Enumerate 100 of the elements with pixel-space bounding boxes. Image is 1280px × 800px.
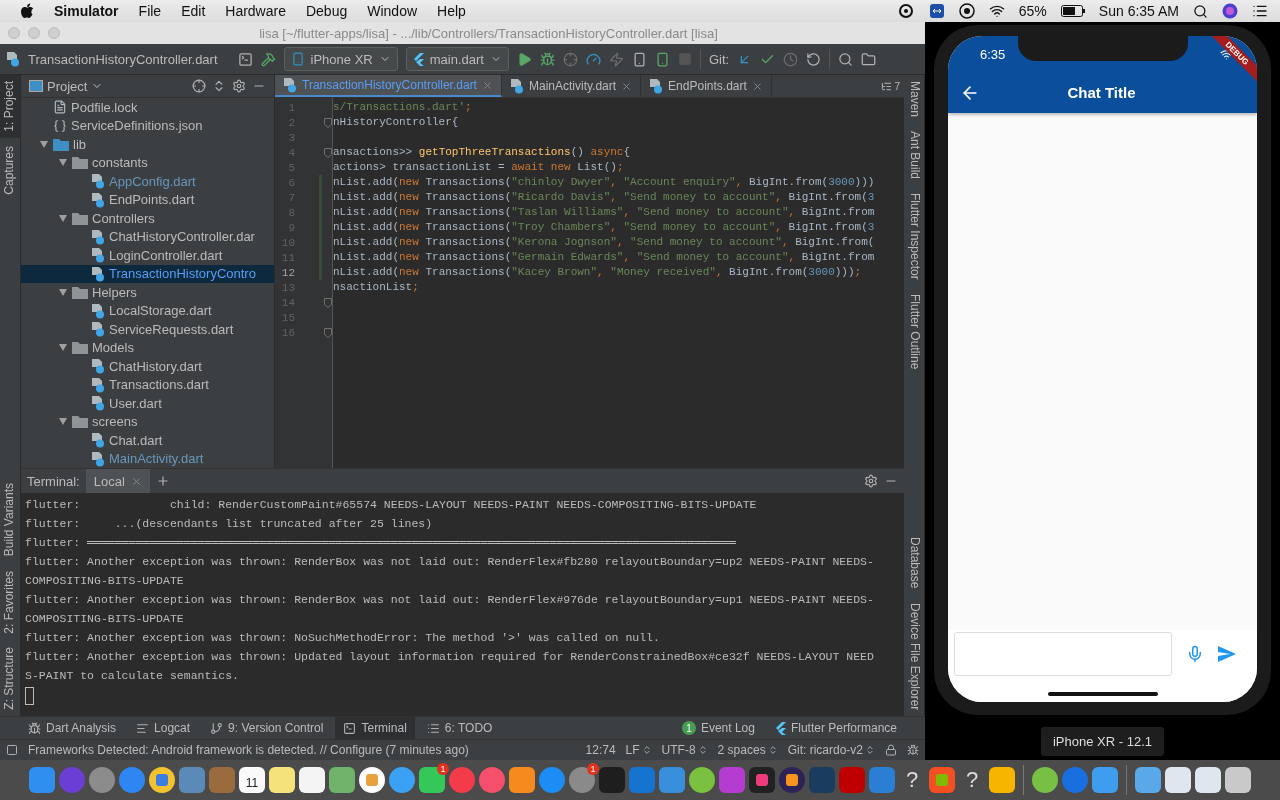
expand-arrow-icon[interactable] xyxy=(39,138,49,149)
fold-icon[interactable] xyxy=(324,327,332,338)
tree-item[interactable]: AppConfig.dart xyxy=(109,173,196,189)
apple-logo-icon[interactable] xyxy=(20,3,34,19)
app-icon[interactable] xyxy=(1135,767,1161,793)
fold-icon[interactable] xyxy=(324,297,332,308)
editor-tab[interactable]: EndPoints.dart xyxy=(641,75,772,97)
tool-window-button[interactable]: Logcat xyxy=(128,717,199,739)
editor-tab[interactable]: TransactionHistoryController.dart xyxy=(275,75,502,97)
expand-arrow-icon[interactable] xyxy=(58,212,68,223)
lightning-icon[interactable] xyxy=(608,51,624,67)
panel-toggle-icon[interactable] xyxy=(6,744,18,756)
close-icon[interactable] xyxy=(621,80,633,92)
tool-window-tab[interactable]: Ant Build xyxy=(904,125,924,186)
tool-window-button[interactable]: Dart Analysis xyxy=(20,717,125,739)
close-icon[interactable] xyxy=(751,80,763,92)
tree-item[interactable]: Podfile.lock xyxy=(71,99,138,115)
expand-arrow-icon[interactable] xyxy=(58,416,68,427)
circle-icon[interactable] xyxy=(958,3,975,19)
debug-icon[interactable] xyxy=(539,51,555,67)
tree-item[interactable]: ChatHistoryController.dar xyxy=(109,229,255,245)
close-icon[interactable] xyxy=(130,475,142,487)
tool-window-tab[interactable]: Device File Explorer xyxy=(904,596,924,716)
tree-item[interactable]: Controllers xyxy=(92,210,155,226)
line-separator-selector[interactable]: LF xyxy=(625,743,652,757)
tree-item[interactable]: Models xyxy=(92,340,134,356)
mic-icon[interactable] xyxy=(1186,645,1204,663)
gauge-icon[interactable] xyxy=(585,51,601,67)
menu-list-icon[interactable] xyxy=(1252,3,1268,19)
tool-window-tab[interactable]: 2: Favorites xyxy=(0,564,20,640)
clock-icon[interactable] xyxy=(783,51,799,67)
tree-item[interactable]: Helpers xyxy=(92,284,137,300)
tab-list-button[interactable]: 7 xyxy=(877,75,904,97)
tool-window-tab[interactable]: Captures xyxy=(0,139,20,201)
app-icon[interactable] xyxy=(779,767,805,793)
tree-item[interactable]: Chat.dart xyxy=(109,432,163,448)
app-icon[interactable] xyxy=(689,767,715,793)
app-icon[interactable] xyxy=(299,767,325,793)
tree-item[interactable]: ServiceDefinitions.json xyxy=(71,118,203,134)
tree-item[interactable]: constants xyxy=(92,155,148,171)
tree-item[interactable]: Transactions.dart xyxy=(109,377,209,393)
message-field[interactable] xyxy=(954,632,1172,676)
inspector-icon[interactable] xyxy=(907,744,919,756)
app-icon[interactable] xyxy=(509,767,535,793)
app-icon[interactable] xyxy=(749,767,775,793)
hammer-icon[interactable] xyxy=(260,51,276,67)
fold-icon[interactable] xyxy=(324,117,332,128)
tree-item[interactable]: ServiceRequests.dart xyxy=(109,321,234,337)
tool-window-button[interactable]: Flutter Performance xyxy=(766,717,905,739)
lock-icon[interactable] xyxy=(885,744,897,756)
orb-icon[interactable] xyxy=(1222,3,1238,19)
app-icon[interactable] xyxy=(1225,767,1251,793)
app-icon[interactable] xyxy=(1032,767,1058,793)
breadcrumb[interactable]: TransactionHistoryController.dart xyxy=(28,51,218,67)
new-tab-icon[interactable] xyxy=(155,474,170,488)
app-icon[interactable] xyxy=(269,767,295,793)
device-selector[interactable]: iPhone XR xyxy=(283,47,398,71)
project-view-dropdown[interactable]: Project xyxy=(29,78,104,94)
expand-arrow-icon[interactable] xyxy=(58,342,68,353)
tool-window-tab[interactable]: Z: Structure xyxy=(0,641,20,716)
tool-window-button[interactable]: 6: TODO xyxy=(418,717,501,739)
tool-window-tab[interactable]: Flutter Outline xyxy=(904,287,924,376)
tool-window-tab[interactable]: Flutter Inspector xyxy=(904,187,924,286)
expand-arrow-icon[interactable] xyxy=(58,157,68,168)
tree-item[interactable]: MainActivity.dart xyxy=(109,451,204,467)
app-icon[interactable] xyxy=(359,767,385,793)
tree-item[interactable]: EndPoints.dart xyxy=(109,192,195,208)
wifi-icon[interactable] xyxy=(988,3,1005,19)
menu-clock[interactable]: Sun 6:35 AM xyxy=(1098,3,1179,19)
folder-icon[interactable] xyxy=(861,51,877,67)
menu-item[interactable]: Hardware xyxy=(225,3,286,19)
tree-item[interactable]: LocalStorage.dart xyxy=(109,303,212,319)
tool-window-tab[interactable]: Maven xyxy=(904,75,924,124)
tool-window-tab[interactable]: Database xyxy=(904,531,924,595)
tree-item[interactable]: lib xyxy=(73,136,86,152)
menu-item[interactable]: Help xyxy=(437,3,466,19)
menu-item[interactable]: Debug xyxy=(305,3,348,19)
app-icon[interactable]: ? xyxy=(959,767,985,793)
menu-item[interactable]: Window xyxy=(367,3,418,19)
app-icon[interactable] xyxy=(1195,767,1221,793)
tree-item[interactable]: LoginController.dart xyxy=(109,247,223,263)
app-icon[interactable]: ? xyxy=(899,767,925,793)
tool-window-button[interactable]: Terminal xyxy=(335,717,415,739)
console-icon[interactable] xyxy=(237,51,253,67)
undo-icon[interactable] xyxy=(806,51,822,67)
app-icon[interactable] xyxy=(1165,767,1191,793)
settings-icon[interactable] xyxy=(864,474,878,488)
terminal-tab[interactable]: Local xyxy=(85,469,150,493)
search-icon[interactable] xyxy=(1193,3,1208,19)
app-icon[interactable] xyxy=(149,767,175,793)
tree-item[interactable]: screens xyxy=(92,414,138,430)
tool-window-button[interactable]: 1 Event Log xyxy=(673,717,763,739)
run-icon[interactable] xyxy=(516,51,532,67)
locate-icon[interactable] xyxy=(192,79,206,93)
menu-item[interactable]: Simulator xyxy=(54,3,119,19)
app-icon[interactable] xyxy=(929,767,955,793)
app-icon[interactable] xyxy=(329,767,355,793)
menu-item[interactable]: Edit xyxy=(181,3,206,19)
run-config-selector[interactable]: main.dart xyxy=(405,47,509,71)
attach-icon[interactable] xyxy=(562,51,578,67)
